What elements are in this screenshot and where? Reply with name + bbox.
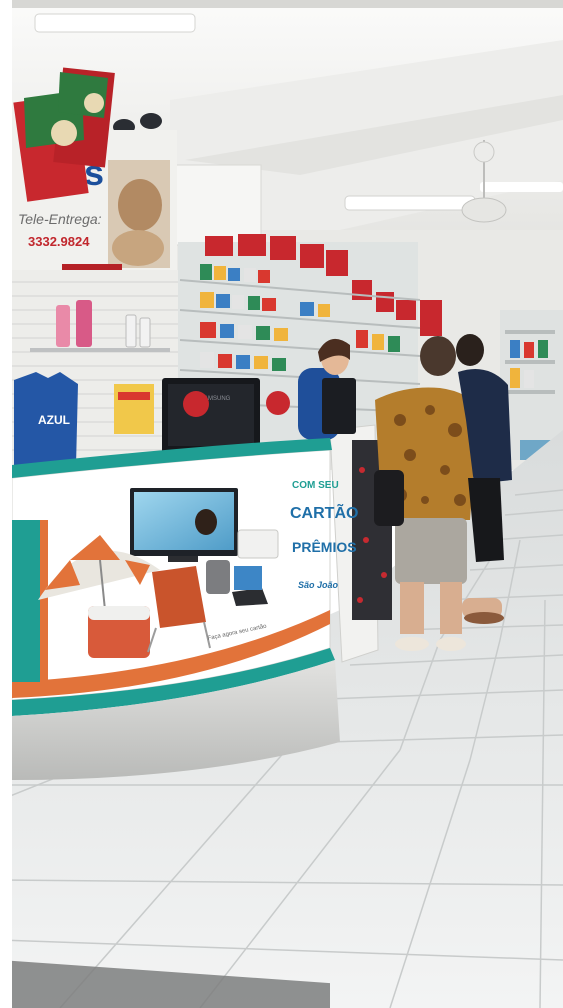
counter-ad-brand: São João xyxy=(298,580,339,590)
counter-ad-line-3: PRÊMIOS xyxy=(292,538,357,555)
pharmacy-interior-photo: as Tele-Entrega: 3332.9824 xyxy=(0,0,563,1008)
delivery-label: Tele-Entrega: xyxy=(18,211,102,227)
front-counter: COM SEU CARTÃO PRÊMIOS São João Faça ago… xyxy=(11,438,358,780)
blue-tshirt: AZUL xyxy=(14,372,78,466)
counter-ad-line-2: CARTÃO xyxy=(290,502,358,522)
pos-monitor-right xyxy=(322,378,356,434)
delivery-phone: 3332.9824 xyxy=(28,234,90,249)
counter-ad-line-1: COM SEU xyxy=(292,480,339,491)
photo-border-left xyxy=(0,0,12,1008)
tshirt-print: AZUL xyxy=(38,413,70,427)
